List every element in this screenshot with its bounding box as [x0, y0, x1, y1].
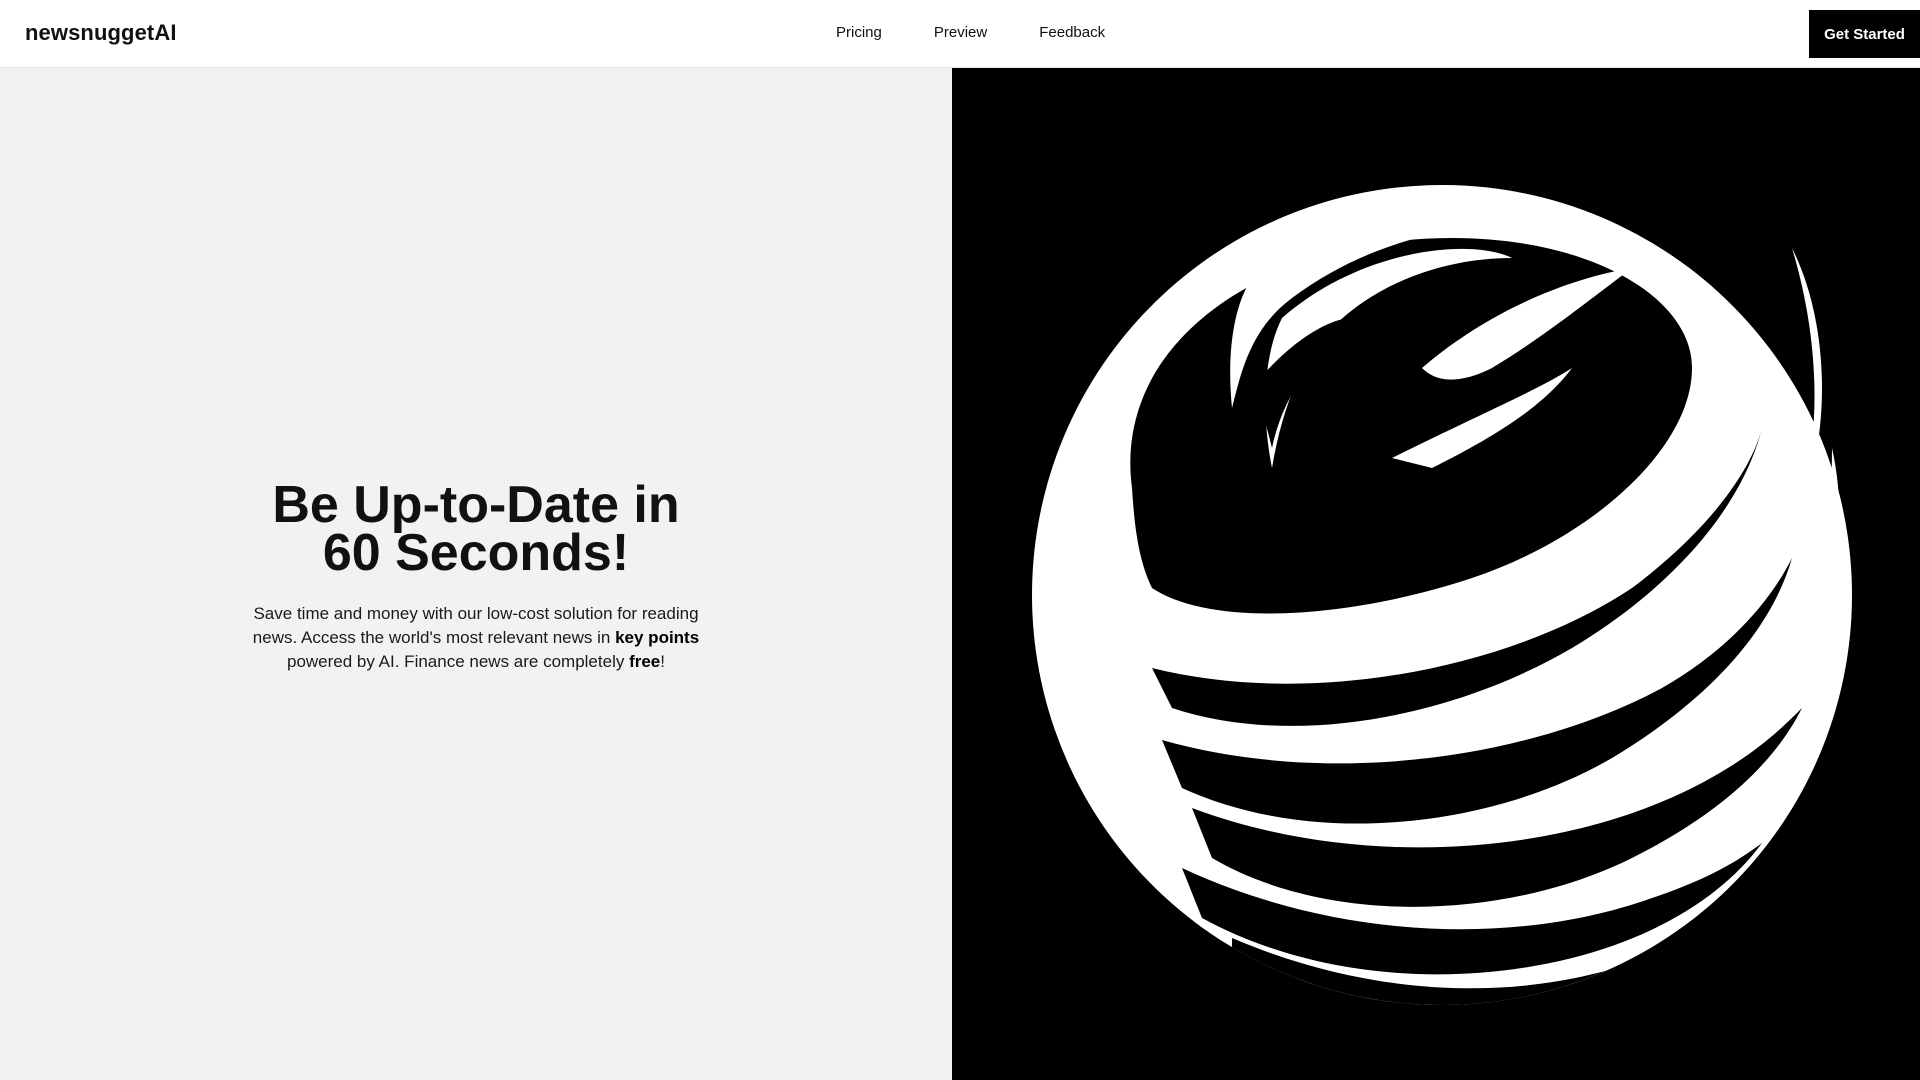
hero-desc-key-points: key points: [615, 628, 700, 647]
hero-description: Save time and money with our low-cost so…: [246, 602, 706, 674]
hero-content: Be Up-to-Date in 60 Seconds! Save time a…: [246, 476, 706, 674]
hero-title-line-1: Be Up-to-Date in: [272, 476, 680, 534]
hero-desc-text-3: !: [660, 652, 665, 671]
nav-link-feedback[interactable]: Feedback: [1039, 24, 1105, 41]
abstract-globe-illustration: [952, 68, 1920, 1080]
get-started-button[interactable]: Get Started: [1809, 10, 1920, 58]
hero-text-panel: Be Up-to-Date in 60 Seconds! Save time a…: [0, 68, 952, 1080]
hero-title-line-2: 60 Seconds!: [322, 524, 630, 582]
hero-image-panel: [952, 68, 1920, 1080]
nav-link-pricing[interactable]: Pricing: [836, 24, 882, 41]
brand-logo[interactable]: newsnuggetAI: [25, 20, 177, 46]
hero-desc-text-2: powered by AI. Finance news are complete…: [287, 652, 630, 671]
top-navbar: newsnuggetAI Pricing Preview Feedback Ge…: [0, 0, 1920, 68]
nav-link-preview[interactable]: Preview: [934, 24, 987, 41]
hero-desc-free: free: [629, 652, 661, 671]
nav-links: Pricing Preview Feedback: [836, 24, 1105, 41]
hero-title: Be Up-to-Date in 60 Seconds!: [246, 476, 706, 582]
